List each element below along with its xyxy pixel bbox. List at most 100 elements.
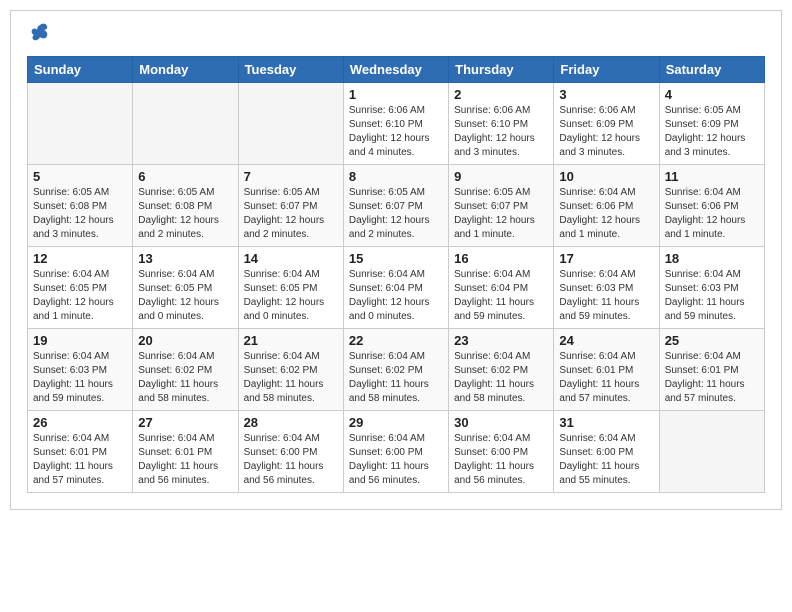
- day-number: 16: [454, 251, 548, 266]
- calendar-day-cell: 7 Sunrise: 6:05 AMSunset: 6:07 PMDaylight…: [238, 165, 343, 247]
- day-info: Sunrise: 6:04 AMSunset: 6:02 PMDaylight:…: [349, 350, 443, 406]
- day-info: Sunrise: 6:04 AMSunset: 6:06 PMDaylight:…: [665, 186, 759, 242]
- day-info: Sunrise: 6:04 AMSunset: 6:01 PMDaylight:…: [33, 432, 127, 488]
- day-number: 10: [559, 169, 653, 184]
- calendar-day-cell: 16 Sunrise: 6:04 AMSunset: 6:04 PMDayligh…: [449, 247, 554, 329]
- day-info: Sunrise: 6:05 AMSunset: 6:08 PMDaylight:…: [33, 186, 127, 242]
- day-number: 20: [138, 333, 232, 348]
- day-info: Sunrise: 6:04 AMSunset: 6:04 PMDaylight:…: [349, 268, 443, 324]
- day-number: 2: [454, 87, 548, 102]
- calendar-day-cell: 20 Sunrise: 6:04 AMSunset: 6:02 PMDayligh…: [133, 329, 238, 411]
- calendar-day-cell: 4 Sunrise: 6:05 AMSunset: 6:09 PMDaylight…: [659, 83, 764, 165]
- weekday-header-tuesday: Tuesday: [238, 57, 343, 83]
- day-info: Sunrise: 6:04 AMSunset: 6:00 PMDaylight:…: [244, 432, 338, 488]
- calendar-day-cell: 1 Sunrise: 6:06 AMSunset: 6:10 PMDaylight…: [343, 83, 448, 165]
- day-number: 17: [559, 251, 653, 266]
- calendar-day-cell: 3 Sunrise: 6:06 AMSunset: 6:09 PMDaylight…: [554, 83, 659, 165]
- calendar-day-cell: 19Sunrise: 6:04 AMSunset: 6:03 PMDayligh…: [28, 329, 133, 411]
- calendar-day-cell: 27Sunrise: 6:04 AMSunset: 6:01 PMDayligh…: [133, 411, 238, 493]
- day-info: Sunrise: 6:06 AMSunset: 6:09 PMDaylight:…: [559, 104, 653, 160]
- calendar-day-cell: 31 Sunrise: 6:04 AMSunset: 6:00 PMDayligh…: [554, 411, 659, 493]
- day-number: 18: [665, 251, 759, 266]
- calendar-header-row: SundayMondayTuesdayWednesdayThursdayFrid…: [28, 57, 765, 83]
- day-info: Sunrise: 6:05 AMSunset: 6:09 PMDaylight:…: [665, 104, 759, 160]
- calendar-day-cell: 14 Sunrise: 6:04 AMSunset: 6:05 PMDayligh…: [238, 247, 343, 329]
- day-info: Sunrise: 6:05 AMSunset: 6:07 PMDaylight:…: [244, 186, 338, 242]
- day-info: Sunrise: 6:06 AMSunset: 6:10 PMDaylight:…: [349, 104, 443, 160]
- day-info: Sunrise: 6:04 AMSunset: 6:00 PMDaylight:…: [559, 432, 653, 488]
- calendar-day-cell: 28 Sunrise: 6:04 AMSunset: 6:00 PMDayligh…: [238, 411, 343, 493]
- calendar-day-cell: 10 Sunrise: 6:04 AMSunset: 6:06 PMDayligh…: [554, 165, 659, 247]
- day-number: 12: [33, 251, 127, 266]
- weekday-header-sunday: Sunday: [28, 57, 133, 83]
- day-number: 8: [349, 169, 443, 184]
- calendar-day-cell: 9 Sunrise: 6:05 AMSunset: 6:07 PMDaylight…: [449, 165, 554, 247]
- day-info: Sunrise: 6:04 AMSunset: 6:01 PMDaylight:…: [665, 350, 759, 406]
- day-info: Sunrise: 6:04 AMSunset: 6:02 PMDaylight:…: [244, 350, 338, 406]
- calendar-day-cell: 11 Sunrise: 6:04 AMSunset: 6:06 PMDayligh…: [659, 165, 764, 247]
- day-info: Sunrise: 6:04 AMSunset: 6:05 PMDaylight:…: [138, 268, 232, 324]
- calendar-day-cell: 8 Sunrise: 6:05 AMSunset: 6:07 PMDaylight…: [343, 165, 448, 247]
- day-info: Sunrise: 6:04 AMSunset: 6:03 PMDaylight:…: [559, 268, 653, 324]
- logo: [27, 21, 51, 48]
- calendar-day-cell: 23 Sunrise: 6:04 AMSunset: 6:02 PMDayligh…: [449, 329, 554, 411]
- weekday-header-thursday: Thursday: [449, 57, 554, 83]
- day-info: Sunrise: 6:04 AMSunset: 6:01 PMDaylight:…: [559, 350, 653, 406]
- day-info: Sunrise: 6:04 AMSunset: 6:02 PMDaylight:…: [138, 350, 232, 406]
- day-number: 15: [349, 251, 443, 266]
- day-number: 26: [33, 415, 127, 430]
- weekday-header-monday: Monday: [133, 57, 238, 83]
- day-number: 7: [244, 169, 338, 184]
- day-number: 1: [349, 87, 443, 102]
- calendar-day-cell: [659, 411, 764, 493]
- day-number: 5: [33, 169, 127, 184]
- calendar-day-cell: 18Sunrise: 6:04 AMSunset: 6:03 PMDayligh…: [659, 247, 764, 329]
- calendar-day-cell: 12Sunrise: 6:04 AMSunset: 6:05 PMDayligh…: [28, 247, 133, 329]
- day-info: Sunrise: 6:04 AMSunset: 6:00 PMDaylight:…: [349, 432, 443, 488]
- calendar-day-cell: [28, 83, 133, 165]
- day-number: 24: [559, 333, 653, 348]
- day-info: Sunrise: 6:05 AMSunset: 6:07 PMDaylight:…: [454, 186, 548, 242]
- weekday-header-wednesday: Wednesday: [343, 57, 448, 83]
- day-info: Sunrise: 6:04 AMSunset: 6:02 PMDaylight:…: [454, 350, 548, 406]
- calendar-day-cell: 21Sunrise: 6:04 AMSunset: 6:02 PMDayligh…: [238, 329, 343, 411]
- calendar-container: SundayMondayTuesdayWednesdayThursdayFrid…: [10, 10, 782, 510]
- calendar-week-row: 5 Sunrise: 6:05 AMSunset: 6:08 PMDaylight…: [28, 165, 765, 247]
- day-info: Sunrise: 6:04 AMSunset: 6:05 PMDaylight:…: [244, 268, 338, 324]
- calendar-day-cell: 24 Sunrise: 6:04 AMSunset: 6:01 PMDayligh…: [554, 329, 659, 411]
- day-info: Sunrise: 6:04 AMSunset: 6:04 PMDaylight:…: [454, 268, 548, 324]
- day-number: 3: [559, 87, 653, 102]
- day-number: 29: [349, 415, 443, 430]
- calendar-header: [27, 21, 765, 48]
- day-number: 31: [559, 415, 653, 430]
- calendar-day-cell: 2 Sunrise: 6:06 AMSunset: 6:10 PMDaylight…: [449, 83, 554, 165]
- day-number: 27: [138, 415, 232, 430]
- day-number: 28: [244, 415, 338, 430]
- day-number: 11: [665, 169, 759, 184]
- day-info: Sunrise: 6:05 AMSunset: 6:08 PMDaylight:…: [138, 186, 232, 242]
- calendar-week-row: 12 Sunrise: 6:04 AMSunset: 6:05 PMDayligh…: [28, 247, 765, 329]
- calendar-day-cell: 6 Sunrise: 6:05 AMSunset: 6:08 PMDaylight…: [133, 165, 238, 247]
- day-info: Sunrise: 6:05 AMSunset: 6:07 PMDaylight:…: [349, 186, 443, 242]
- logo-bird-icon: [29, 21, 51, 48]
- day-number: 4: [665, 87, 759, 102]
- calendar-day-cell: 15 Sunrise: 6:04 AMSunset: 6:04 PMDayligh…: [343, 247, 448, 329]
- weekday-header-saturday: Saturday: [659, 57, 764, 83]
- day-number: 30: [454, 415, 548, 430]
- day-number: 9: [454, 169, 548, 184]
- day-number: 23: [454, 333, 548, 348]
- day-info: Sunrise: 6:06 AMSunset: 6:10 PMDaylight:…: [454, 104, 548, 160]
- day-number: 14: [244, 251, 338, 266]
- calendar-day-cell: [238, 83, 343, 165]
- calendar-day-cell: 13Sunrise: 6:04 AMSunset: 6:05 PMDayligh…: [133, 247, 238, 329]
- calendar-day-cell: 5 Sunrise: 6:05 AMSunset: 6:08 PMDaylight…: [28, 165, 133, 247]
- day-number: 6: [138, 169, 232, 184]
- day-number: 22: [349, 333, 443, 348]
- calendar-day-cell: 25Sunrise: 6:04 AMSunset: 6:01 PMDayligh…: [659, 329, 764, 411]
- calendar-day-cell: 26 Sunrise: 6:04 AMSunset: 6:01 PMDayligh…: [28, 411, 133, 493]
- day-info: Sunrise: 6:04 AMSunset: 6:06 PMDaylight:…: [559, 186, 653, 242]
- calendar-week-row: 1 Sunrise: 6:06 AMSunset: 6:10 PMDaylight…: [28, 83, 765, 165]
- calendar-week-row: 26 Sunrise: 6:04 AMSunset: 6:01 PMDayligh…: [28, 411, 765, 493]
- day-info: Sunrise: 6:04 AMSunset: 6:03 PMDaylight:…: [33, 350, 127, 406]
- calendar-day-cell: 17 Sunrise: 6:04 AMSunset: 6:03 PMDayligh…: [554, 247, 659, 329]
